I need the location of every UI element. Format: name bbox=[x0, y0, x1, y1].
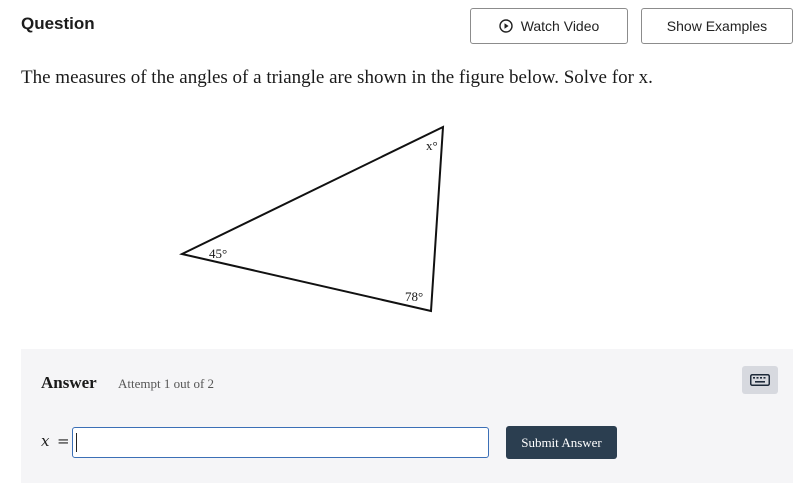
show-examples-label: Show Examples bbox=[666, 18, 768, 34]
watch-video-label: Watch Video bbox=[520, 18, 600, 34]
triangle-figure: x° 45° 78° bbox=[179, 125, 445, 313]
show-examples-button[interactable]: Show Examples bbox=[641, 8, 793, 44]
submit-answer-button[interactable]: Submit Answer bbox=[506, 426, 617, 459]
angle-label-bottom: 78° bbox=[405, 289, 423, 304]
keyboard-button[interactable] bbox=[742, 366, 778, 394]
input-caret bbox=[76, 433, 77, 452]
answer-input[interactable] bbox=[72, 427, 489, 458]
answer-panel: Answer Attempt 1 out of 2 x = Submit Ans… bbox=[21, 349, 793, 483]
answer-label: Answer bbox=[41, 373, 97, 392]
question-prompt: The measures of the angles of a triangle… bbox=[21, 67, 653, 88]
answer-variable: x bbox=[41, 432, 50, 450]
angle-label-top: x° bbox=[426, 138, 438, 153]
question-title: Question bbox=[21, 14, 95, 33]
attempt-counter: Attempt 1 out of 2 bbox=[118, 376, 215, 391]
triangle-shape bbox=[179, 125, 445, 313]
keyboard-icon bbox=[750, 374, 770, 386]
play-circle-icon bbox=[498, 19, 513, 33]
watch-video-button[interactable]: Watch Video bbox=[470, 8, 628, 44]
angle-label-left: 45° bbox=[209, 246, 227, 261]
equals-sign: = bbox=[57, 432, 70, 450]
